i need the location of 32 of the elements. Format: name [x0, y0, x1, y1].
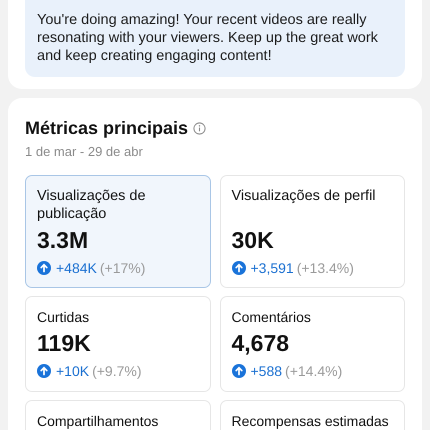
metric-change: +10K [56, 363, 90, 379]
metric-label: Visualizações de publicação [37, 187, 147, 223]
metric-card[interactable]: Recompensas estimadas [220, 400, 405, 430]
metric-label: Recompensas estimadas [232, 412, 390, 430]
metric-value: 119K [37, 330, 92, 357]
metric-percent: (+14.4%) [285, 363, 342, 379]
metric-change: +484K [56, 260, 97, 276]
metric-change: +588 [250, 363, 282, 379]
metric-value: 3.3M [37, 227, 90, 254]
arrow-up-icon [232, 261, 246, 275]
metric-value: 30K [232, 227, 275, 254]
metric-change: +3,591 [250, 260, 294, 276]
metric-card[interactable]: Compartilhamentos [25, 400, 210, 430]
metric-value: 4,678 [232, 330, 290, 357]
metric-percent: (+13.4%) [296, 260, 354, 276]
metric-label: Compartilhamentos [37, 412, 160, 430]
arrow-up-icon [37, 261, 51, 275]
metric-label: Visualizações de perfil [232, 187, 377, 206]
metric-card[interactable]: Visualizações de publicação 3.3M +484K (+17%) [25, 175, 210, 288]
date-range: 1 de mar - 29 de abr [25, 144, 144, 159]
metric-label: Comentários [232, 308, 312, 326]
metric-card[interactable]: Visualizações de perfil 30K +3,591 (+13.4%) [220, 175, 405, 288]
metric-percent: (+17%) [100, 260, 146, 276]
section-title: Métricas principais [25, 118, 188, 139]
encouragement-message: You're doing amazing! Your recent videos are really resonating with your viewers. Keep up the great work and keep creating engaging content! [25, 0, 405, 77]
metric-card[interactable]: Comentários 4,678 +588 (+14.4%) [220, 296, 405, 392]
metric-label: Curtidas [37, 308, 90, 326]
info-icon[interactable] [193, 122, 206, 135]
arrow-up-icon [232, 364, 246, 378]
metric-card[interactable]: Curtidas 119K +10K (+9.7%) [25, 296, 210, 392]
arrow-up-icon [37, 364, 51, 378]
metric-percent: (+9.7%) [92, 363, 142, 379]
